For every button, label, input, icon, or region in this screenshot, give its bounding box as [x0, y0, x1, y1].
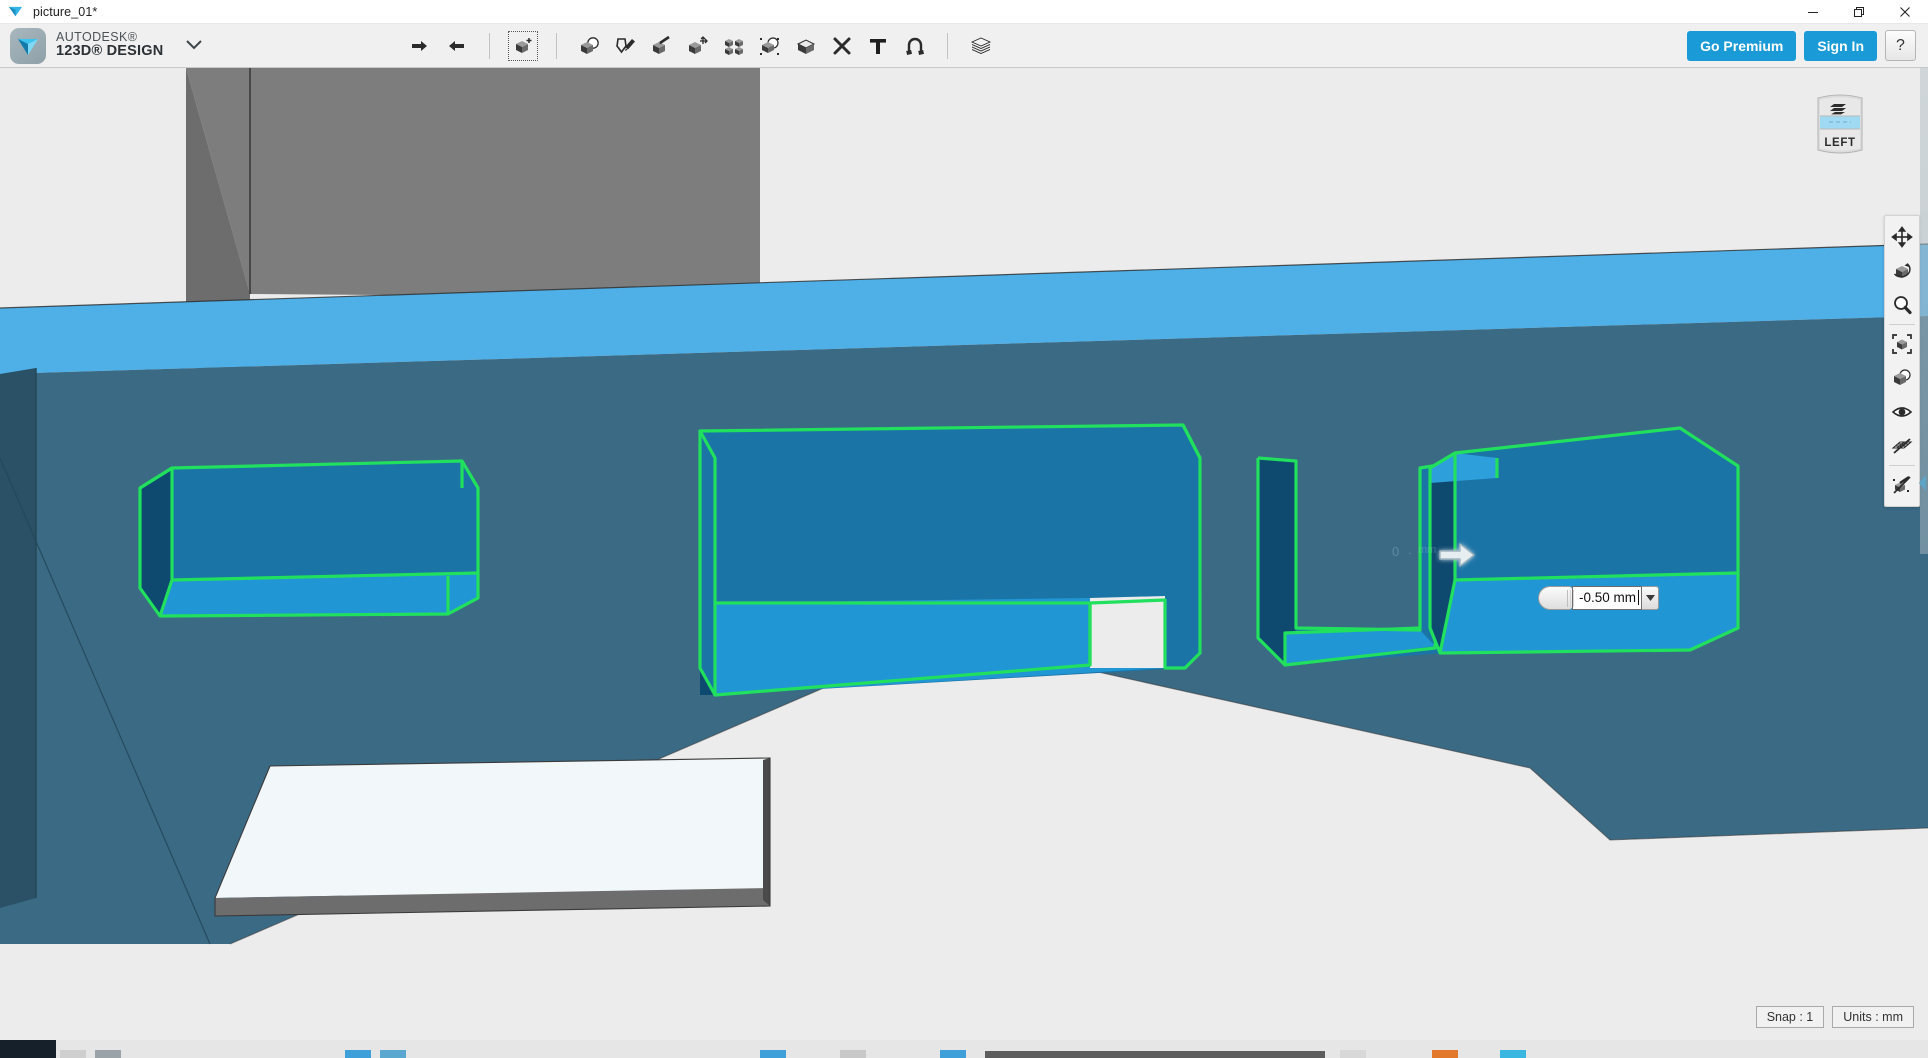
toolbar-divider [489, 33, 490, 59]
brand-line-autodesk: AUTODESK® [56, 31, 163, 45]
view-cube-face-label: LEFT [1804, 137, 1876, 149]
taskbar-item[interactable] [1340, 1050, 1366, 1058]
3d-viewport[interactable]: 0 . mm [0, 68, 1928, 1040]
shaded-cube-icon[interactable] [1886, 361, 1918, 395]
slider-handle-icon[interactable] [1538, 586, 1572, 610]
snap-off-icon[interactable] [1886, 468, 1918, 502]
3d-scene-render: 0 . mm [0, 68, 1928, 1040]
snap-status[interactable]: Snap : 1 [1756, 1006, 1825, 1028]
toolbar-divider [947, 33, 948, 59]
cube-sphere-icon[interactable] [573, 29, 607, 63]
account-actions: Go Premium Sign In ? [1687, 30, 1916, 61]
ruler-pencil-icon[interactable] [825, 29, 859, 63]
dimension-value-text: -0.50 mm [1579, 590, 1636, 605]
left-caret-icon[interactable] [1918, 466, 1928, 500]
taskbar-item[interactable] [760, 1050, 786, 1058]
document-title: picture_01* [33, 5, 97, 19]
taskbar-item[interactable] [940, 1050, 966, 1058]
text-t-icon[interactable] [861, 29, 895, 63]
four-way-arrows-icon[interactable] [1886, 220, 1918, 254]
app-logo-icon [10, 28, 46, 64]
toolbar-divider [556, 33, 557, 59]
taskbar-item[interactable] [60, 1050, 86, 1058]
brand-menu[interactable]: AUTODESK® 123D® DESIGN [10, 28, 203, 64]
brand-line-product: 123D® DESIGN [56, 44, 163, 60]
text-caret [1638, 590, 1639, 605]
magnifier-icon[interactable] [1886, 288, 1918, 322]
navigation-panel [1884, 215, 1920, 507]
taskbar-item[interactable] [380, 1050, 406, 1058]
application-toolbar: AUTODESK® 123D® DESIGN [0, 24, 1928, 68]
chevron-down-icon[interactable] [185, 37, 203, 55]
stacked-layers-icon[interactable] [964, 29, 998, 63]
undo-button[interactable] [403, 29, 437, 63]
white-plate [215, 758, 770, 916]
cube-extrude-icon[interactable] [645, 29, 679, 63]
taskbar-item[interactable] [1500, 1050, 1526, 1058]
push-pull-arrow-icon[interactable] [1434, 532, 1480, 578]
autodesk-logo-icon [8, 4, 23, 19]
viewport-status-bar: Snap : 1 Units : mm [1756, 1006, 1914, 1028]
window-controls [1790, 0, 1928, 24]
os-taskbar [0, 1040, 1928, 1058]
window-title-bar: picture_01* [0, 0, 1928, 24]
pocket-left [140, 461, 478, 616]
command-tools [403, 29, 998, 63]
taskbar-item[interactable] [840, 1050, 866, 1058]
cube-solid-icon[interactable] [789, 29, 823, 63]
go-premium-button[interactable]: Go Premium [1687, 31, 1796, 61]
magnet-icon[interactable] [897, 29, 931, 63]
restore-button[interactable] [1836, 0, 1882, 24]
sign-in-button[interactable]: Sign In [1804, 31, 1877, 61]
pocket-center [700, 425, 1200, 695]
redo-button[interactable] [439, 29, 473, 63]
svg-text:0: 0 [1392, 544, 1399, 559]
minimize-button[interactable] [1790, 0, 1836, 24]
cube-circle-select-icon[interactable] [753, 29, 787, 63]
taskbar-item[interactable] [345, 1050, 371, 1058]
eye-icon[interactable] [1886, 395, 1918, 429]
taskbar-item[interactable] [1432, 1050, 1458, 1058]
caret-down-icon[interactable] [1642, 586, 1659, 610]
four-cubes-icon[interactable] [717, 29, 751, 63]
cube-plus-icon[interactable] [506, 29, 540, 63]
nav-divider [1889, 324, 1915, 325]
pencil-sketch-icon[interactable] [609, 29, 643, 63]
svg-text:.: . [1408, 542, 1412, 557]
cube-move-icon[interactable] [681, 29, 715, 63]
dimension-value-input[interactable]: -0.50 mm [1572, 586, 1642, 610]
dimension-input-widget[interactable]: -0.50 mm [1538, 584, 1659, 611]
taskbar-item[interactable] [95, 1050, 121, 1058]
taskbar-active-window[interactable] [985, 1051, 1325, 1058]
orbit-cube-icon[interactable] [1886, 254, 1918, 288]
nav-divider [1889, 465, 1915, 466]
help-button[interactable]: ? [1885, 30, 1916, 61]
view-cube[interactable]: LEFT [1804, 86, 1876, 160]
units-status[interactable]: Units : mm [1832, 1006, 1914, 1028]
grid-off-icon[interactable] [1886, 429, 1918, 463]
fit-to-window-icon[interactable] [1886, 327, 1918, 361]
close-button[interactable] [1882, 0, 1928, 24]
taskbar-start-region [0, 1040, 56, 1058]
